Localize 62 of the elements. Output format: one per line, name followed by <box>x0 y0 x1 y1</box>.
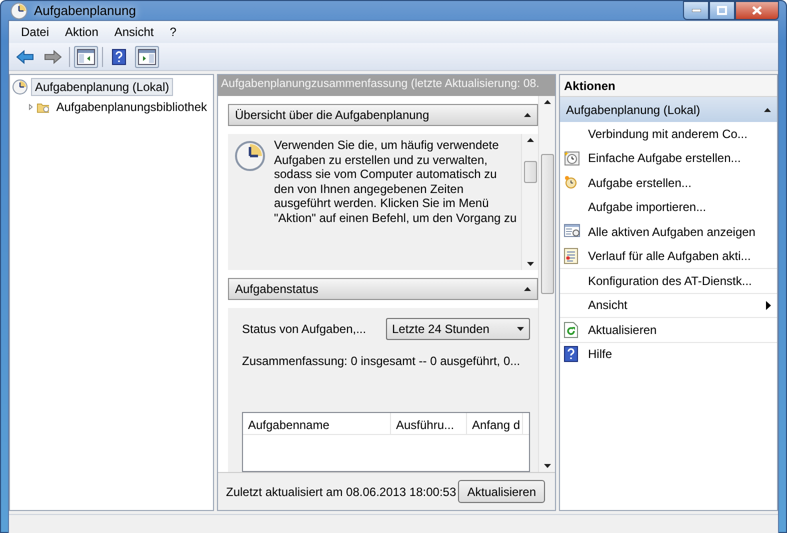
panel-icon <box>138 48 156 64</box>
action-item[interactable]: Aktualisieren <box>588 322 771 337</box>
status-label: Status von Aufgaben,... <box>242 322 366 336</box>
period-dropdown[interactable]: Letzte 24 Stunden <box>386 318 530 340</box>
action-item[interactable]: Aufgabe importieren... <box>588 200 771 214</box>
clock-icon <box>564 150 580 166</box>
scroll-down-icon <box>544 464 550 468</box>
back-arrow-icon <box>16 50 34 64</box>
menu-item[interactable]: ? <box>162 25 184 39</box>
action-item[interactable]: Aufgabe erstellen... <box>588 176 771 190</box>
last-updated-text: Zuletzt aktualisiert am 08.06.2013 18:00:53 <box>226 484 456 498</box>
clock-icon <box>564 174 578 189</box>
clock-icon <box>12 79 28 95</box>
refresh-icon <box>564 322 578 338</box>
scrollbar[interactable] <box>521 134 538 270</box>
menu-item[interactable]: Aktion <box>57 25 106 39</box>
summary-header: Aufgabenplanungzusammenfassung (letzte Aktualisierung: 08. <box>218 75 555 96</box>
overview-text: Verwenden Sie die, um häufig verwendete Aufgaben zu erstellen und zu verwalten, sodass sie vom Computer automatisch zu den von Ihnen angegebenen Zeiten ausgeführt werden. Klicken Sie im Menü "Aktion" auf einen Befehl, um den Vorgang zu <box>273 137 518 227</box>
toolbar-button[interactable] <box>135 46 159 68</box>
column-header[interactable]: Anfang d <box>467 413 523 434</box>
tree-item[interactable]: Aufgabenplanungsbibliothek <box>52 98 211 116</box>
refresh-button[interactable]: Aktualisieren <box>458 480 545 503</box>
actions-title: Aktionen <box>560 75 777 97</box>
help-icon <box>112 48 126 64</box>
scroll-down-icon <box>526 262 534 266</box>
tree-item[interactable]: Aufgabenplanung (Lokal) <box>31 78 174 96</box>
close-button[interactable] <box>735 1 779 20</box>
forward-arrow-icon <box>44 50 62 64</box>
dropdown-arrow-icon <box>517 327 524 331</box>
action-item[interactable]: Verlauf für alle Aufgaben akti... <box>588 249 771 264</box>
scroll-up-icon <box>544 100 550 104</box>
scrollbar-thumb[interactable] <box>524 161 536 183</box>
toolbar-button[interactable] <box>74 46 98 68</box>
maximize-button[interactable] <box>709 1 735 20</box>
action-item[interactable]: Verbindung mit anderem Co... <box>588 126 771 141</box>
window-title: Aufgabenplanung <box>34 3 136 18</box>
actions-group-header[interactable]: Aufgabenplanung (Lokal) <box>560 97 777 122</box>
status-summary: Zusammenfassung: 0 insgesamt -- 0 ausgeführt, 0... <box>242 354 522 368</box>
maximize-icon <box>717 6 727 15</box>
history-icon <box>564 248 578 264</box>
scroll-up-icon <box>526 138 534 142</box>
minimize-icon <box>692 9 700 12</box>
section-header[interactable]: Übersicht über die Aufgabenplanung <box>228 104 538 126</box>
panel-icon <box>77 48 95 64</box>
menu-item[interactable]: Ansicht <box>106 25 162 39</box>
action-item[interactable]: Konfiguration des AT-Dienstk... <box>588 274 771 288</box>
help-icon <box>564 346 578 362</box>
menu-item[interactable]: Datei <box>13 25 58 39</box>
column-header[interactable]: Aufgabenname <box>243 413 391 434</box>
task-list-icon <box>564 224 580 238</box>
column-header[interactable]: Ausführu... <box>391 413 467 434</box>
expand-arrow-icon[interactable] <box>28 103 34 111</box>
action-item[interactable]: Ansicht <box>588 298 758 312</box>
scrollbar-thumb[interactable] <box>540 154 554 294</box>
action-item[interactable]: Hilfe <box>588 347 771 362</box>
scrollbar[interactable] <box>538 96 555 472</box>
clock-icon <box>234 140 266 172</box>
close-icon <box>752 6 762 15</box>
action-item[interactable]: Einfache Aufgabe erstellen... <box>588 151 771 166</box>
section-header[interactable]: Aufgabenstatus <box>228 278 538 300</box>
action-item[interactable]: Alle aktiven Aufgaben anzeigen <box>588 224 771 239</box>
minimize-button[interactable] <box>683 1 709 20</box>
